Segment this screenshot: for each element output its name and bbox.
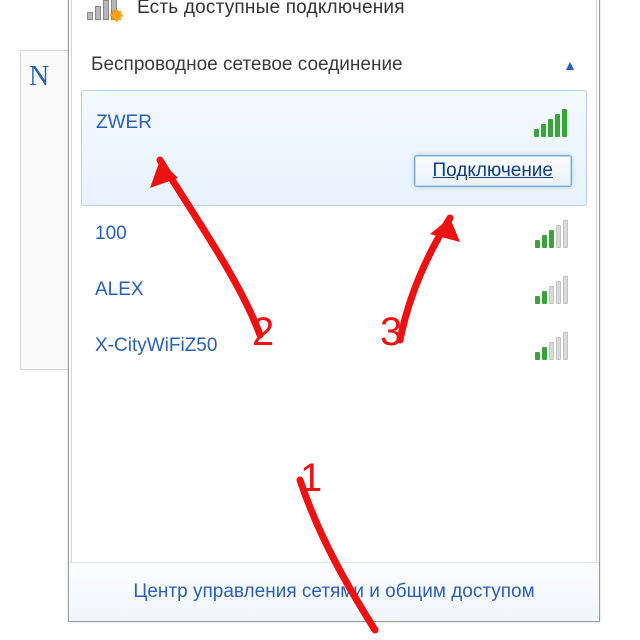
wifi-flyout-panel: ✸ Есть доступные подключения Беспроводно… [68,0,600,622]
signal-icon [535,220,573,248]
cropped-letter: N [29,61,71,93]
network-item[interactable]: ALEX [81,262,587,318]
network-center-link[interactable]: Центр управления сетями и общим доступом [69,562,599,621]
network-item[interactable]: X-CityWiFiZ50 [81,318,587,374]
network-available-icon: ✸ [87,0,125,25]
signal-icon [535,332,573,360]
wireless-section-title: Беспроводное сетевое соединение [91,54,403,76]
wireless-section-header[interactable]: Беспроводное сетевое соединение ▲ [69,40,599,90]
status-text: Есть доступные подключения [137,0,405,19]
network-item-selected[interactable]: ZWER Подключение [81,90,587,206]
status-row: ✸ Есть доступные подключения [69,0,599,40]
connect-button[interactable]: Подключение [414,155,572,187]
network-name: ALEX [95,279,144,301]
network-name: X-CityWiFiZ50 [95,335,217,357]
signal-icon [534,109,572,137]
network-list: ZWER Подключение 100 ALEX X-CityWiFiZ50 [69,90,599,374]
network-item[interactable]: 100 [81,206,587,262]
chevron-up-icon: ▲ [563,57,577,73]
network-name: ZWER [96,112,152,134]
network-name: 100 [95,223,127,245]
signal-icon [535,276,573,304]
